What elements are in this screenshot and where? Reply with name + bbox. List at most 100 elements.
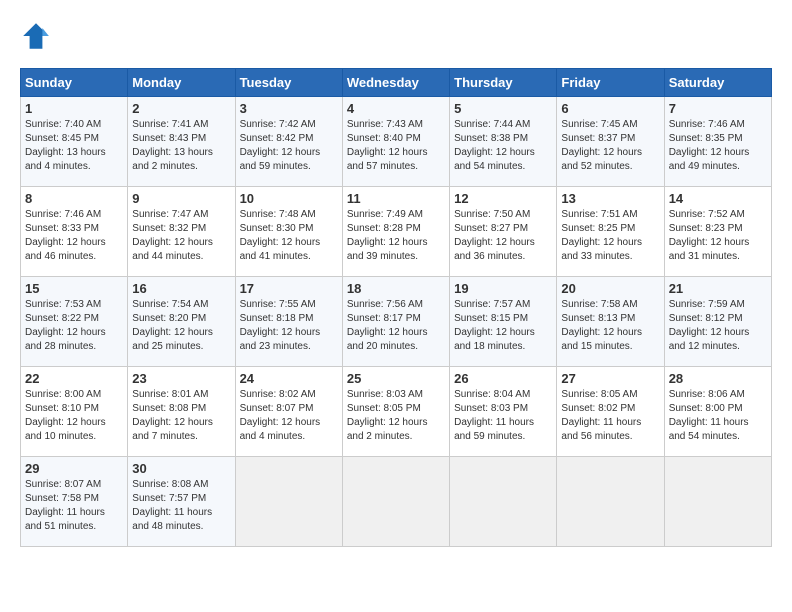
calendar-cell: 26 Sunrise: 8:04 AM Sunset: 8:03 PM Dayl… <box>450 367 557 457</box>
calendar-cell: 17 Sunrise: 7:55 AM Sunset: 8:18 PM Dayl… <box>235 277 342 367</box>
day-number: 24 <box>240 371 338 386</box>
calendar-week-3: 15 Sunrise: 7:53 AM Sunset: 8:22 PM Dayl… <box>21 277 772 367</box>
calendar-cell: 12 Sunrise: 7:50 AM Sunset: 8:27 PM Dayl… <box>450 187 557 277</box>
calendar-week-2: 8 Sunrise: 7:46 AM Sunset: 8:33 PM Dayli… <box>21 187 772 277</box>
calendar-cell: 20 Sunrise: 7:58 AM Sunset: 8:13 PM Dayl… <box>557 277 664 367</box>
calendar-cell: 24 Sunrise: 8:02 AM Sunset: 8:07 PM Dayl… <box>235 367 342 457</box>
cell-content: Sunrise: 8:04 AM Sunset: 8:03 PM Dayligh… <box>454 388 552 444</box>
cell-content: Sunrise: 8:08 AM Sunset: 7:57 PM Dayligh… <box>132 478 230 534</box>
day-number: 5 <box>454 101 552 116</box>
calendar-cell: 23 Sunrise: 8:01 AM Sunset: 8:08 PM Dayl… <box>128 367 235 457</box>
cell-content: Sunrise: 7:42 AM Sunset: 8:42 PM Dayligh… <box>240 118 338 174</box>
logo-icon <box>20 20 52 52</box>
day-number: 7 <box>669 101 767 116</box>
day-number: 28 <box>669 371 767 386</box>
day-number: 23 <box>132 371 230 386</box>
calendar-cell <box>557 457 664 547</box>
day-number: 30 <box>132 461 230 476</box>
cell-content: Sunrise: 8:07 AM Sunset: 7:58 PM Dayligh… <box>25 478 123 534</box>
calendar-cell: 14 Sunrise: 7:52 AM Sunset: 8:23 PM Dayl… <box>664 187 771 277</box>
calendar-week-4: 22 Sunrise: 8:00 AM Sunset: 8:10 PM Dayl… <box>21 367 772 457</box>
calendar-cell: 18 Sunrise: 7:56 AM Sunset: 8:17 PM Dayl… <box>342 277 449 367</box>
day-number: 13 <box>561 191 659 206</box>
header-tuesday: Tuesday <box>235 69 342 97</box>
day-number: 19 <box>454 281 552 296</box>
day-number: 10 <box>240 191 338 206</box>
header-sunday: Sunday <box>21 69 128 97</box>
calendar-cell: 10 Sunrise: 7:48 AM Sunset: 8:30 PM Dayl… <box>235 187 342 277</box>
day-number: 3 <box>240 101 338 116</box>
calendar-cell <box>342 457 449 547</box>
header-thursday: Thursday <box>450 69 557 97</box>
cell-content: Sunrise: 7:56 AM Sunset: 8:17 PM Dayligh… <box>347 298 445 354</box>
cell-content: Sunrise: 7:52 AM Sunset: 8:23 PM Dayligh… <box>669 208 767 264</box>
calendar-cell: 6 Sunrise: 7:45 AM Sunset: 8:37 PM Dayli… <box>557 97 664 187</box>
day-number: 15 <box>25 281 123 296</box>
cell-content: Sunrise: 7:58 AM Sunset: 8:13 PM Dayligh… <box>561 298 659 354</box>
day-number: 1 <box>25 101 123 116</box>
calendar-table: SundayMondayTuesdayWednesdayThursdayFrid… <box>20 68 772 547</box>
cell-content: Sunrise: 7:47 AM Sunset: 8:32 PM Dayligh… <box>132 208 230 264</box>
cell-content: Sunrise: 7:54 AM Sunset: 8:20 PM Dayligh… <box>132 298 230 354</box>
day-number: 4 <box>347 101 445 116</box>
calendar-cell: 1 Sunrise: 7:40 AM Sunset: 8:45 PM Dayli… <box>21 97 128 187</box>
calendar-cell: 11 Sunrise: 7:49 AM Sunset: 8:28 PM Dayl… <box>342 187 449 277</box>
logo <box>20 20 56 52</box>
cell-content: Sunrise: 7:44 AM Sunset: 8:38 PM Dayligh… <box>454 118 552 174</box>
header-wednesday: Wednesday <box>342 69 449 97</box>
cell-content: Sunrise: 7:45 AM Sunset: 8:37 PM Dayligh… <box>561 118 659 174</box>
calendar-cell <box>664 457 771 547</box>
header-monday: Monday <box>128 69 235 97</box>
calendar-cell: 29 Sunrise: 8:07 AM Sunset: 7:58 PM Dayl… <box>21 457 128 547</box>
day-number: 14 <box>669 191 767 206</box>
cell-content: Sunrise: 7:51 AM Sunset: 8:25 PM Dayligh… <box>561 208 659 264</box>
calendar-cell: 2 Sunrise: 7:41 AM Sunset: 8:43 PM Dayli… <box>128 97 235 187</box>
day-number: 21 <box>669 281 767 296</box>
calendar-header-row: SundayMondayTuesdayWednesdayThursdayFrid… <box>21 69 772 97</box>
cell-content: Sunrise: 8:02 AM Sunset: 8:07 PM Dayligh… <box>240 388 338 444</box>
day-number: 22 <box>25 371 123 386</box>
calendar-cell <box>450 457 557 547</box>
cell-content: Sunrise: 7:46 AM Sunset: 8:35 PM Dayligh… <box>669 118 767 174</box>
calendar-cell: 28 Sunrise: 8:06 AM Sunset: 8:00 PM Dayl… <box>664 367 771 457</box>
day-number: 27 <box>561 371 659 386</box>
calendar-cell: 21 Sunrise: 7:59 AM Sunset: 8:12 PM Dayl… <box>664 277 771 367</box>
day-number: 20 <box>561 281 659 296</box>
calendar-cell: 19 Sunrise: 7:57 AM Sunset: 8:15 PM Dayl… <box>450 277 557 367</box>
cell-content: Sunrise: 7:43 AM Sunset: 8:40 PM Dayligh… <box>347 118 445 174</box>
header-saturday: Saturday <box>664 69 771 97</box>
cell-content: Sunrise: 7:40 AM Sunset: 8:45 PM Dayligh… <box>25 118 123 174</box>
page-header <box>20 20 772 52</box>
cell-content: Sunrise: 7:53 AM Sunset: 8:22 PM Dayligh… <box>25 298 123 354</box>
calendar-week-5: 29 Sunrise: 8:07 AM Sunset: 7:58 PM Dayl… <box>21 457 772 547</box>
calendar-cell: 3 Sunrise: 7:42 AM Sunset: 8:42 PM Dayli… <box>235 97 342 187</box>
day-number: 29 <box>25 461 123 476</box>
cell-content: Sunrise: 7:55 AM Sunset: 8:18 PM Dayligh… <box>240 298 338 354</box>
calendar-cell: 15 Sunrise: 7:53 AM Sunset: 8:22 PM Dayl… <box>21 277 128 367</box>
day-number: 25 <box>347 371 445 386</box>
cell-content: Sunrise: 8:03 AM Sunset: 8:05 PM Dayligh… <box>347 388 445 444</box>
calendar-cell: 7 Sunrise: 7:46 AM Sunset: 8:35 PM Dayli… <box>664 97 771 187</box>
day-number: 8 <box>25 191 123 206</box>
day-number: 2 <box>132 101 230 116</box>
cell-content: Sunrise: 8:05 AM Sunset: 8:02 PM Dayligh… <box>561 388 659 444</box>
calendar-cell: 27 Sunrise: 8:05 AM Sunset: 8:02 PM Dayl… <box>557 367 664 457</box>
cell-content: Sunrise: 7:46 AM Sunset: 8:33 PM Dayligh… <box>25 208 123 264</box>
day-number: 12 <box>454 191 552 206</box>
day-number: 11 <box>347 191 445 206</box>
calendar-cell: 25 Sunrise: 8:03 AM Sunset: 8:05 PM Dayl… <box>342 367 449 457</box>
cell-content: Sunrise: 8:00 AM Sunset: 8:10 PM Dayligh… <box>25 388 123 444</box>
cell-content: Sunrise: 7:59 AM Sunset: 8:12 PM Dayligh… <box>669 298 767 354</box>
cell-content: Sunrise: 7:50 AM Sunset: 8:27 PM Dayligh… <box>454 208 552 264</box>
day-number: 26 <box>454 371 552 386</box>
cell-content: Sunrise: 7:48 AM Sunset: 8:30 PM Dayligh… <box>240 208 338 264</box>
calendar-cell: 16 Sunrise: 7:54 AM Sunset: 8:20 PM Dayl… <box>128 277 235 367</box>
calendar-cell: 4 Sunrise: 7:43 AM Sunset: 8:40 PM Dayli… <box>342 97 449 187</box>
day-number: 16 <box>132 281 230 296</box>
calendar-cell: 5 Sunrise: 7:44 AM Sunset: 8:38 PM Dayli… <box>450 97 557 187</box>
day-number: 18 <box>347 281 445 296</box>
day-number: 9 <box>132 191 230 206</box>
calendar-cell: 8 Sunrise: 7:46 AM Sunset: 8:33 PM Dayli… <box>21 187 128 277</box>
day-number: 6 <box>561 101 659 116</box>
cell-content: Sunrise: 7:57 AM Sunset: 8:15 PM Dayligh… <box>454 298 552 354</box>
